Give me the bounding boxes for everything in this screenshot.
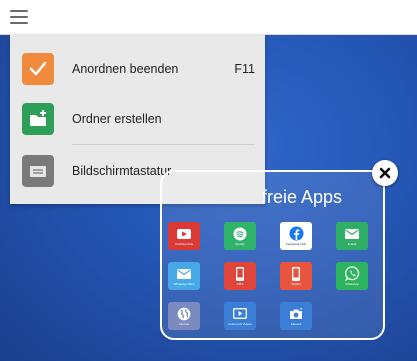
whatsapp-icon [344, 266, 360, 281]
app-tile-email[interactable]: E-Mail [336, 222, 368, 250]
play-icon [176, 227, 192, 241]
close-button[interactable] [372, 160, 398, 186]
app-tile-spotify[interactable]: Spotify [224, 222, 256, 250]
menu-divider [72, 144, 255, 145]
menu-item-end-arrange[interactable]: Anordnen beenden F11 [10, 44, 265, 94]
top-bar [0, 0, 417, 35]
app-label: Telefon [291, 281, 301, 286]
checkmark-icon [22, 53, 54, 85]
menu-item-label: Anordnen beenden [72, 62, 179, 76]
menu-icon[interactable] [10, 10, 28, 24]
app-tile-internet[interactable]: Internet [168, 302, 200, 330]
app-tile-mail[interactable]: WhatsApp Web [168, 262, 200, 290]
mail-icon [176, 267, 192, 281]
menu-item-shortcut: F11 [234, 62, 255, 76]
menu-item-label: Ordner erstellen [72, 112, 162, 126]
app-label: WhatsApp [345, 281, 359, 286]
app-tile-photos-videos[interactable]: Fotos und Videos [224, 302, 256, 330]
mail-icon [344, 227, 360, 241]
video-icon [232, 307, 248, 321]
app-label: Kamera [290, 321, 302, 326]
menu-item-create-folder[interactable]: Ordner erstellen [10, 94, 265, 144]
app-label: E-Mail [347, 241, 357, 246]
app-tile-phone[interactable]: Telefon [280, 262, 312, 290]
app-label: YouTube Kids [174, 241, 194, 246]
camera-icon [288, 307, 304, 321]
phone-icon [288, 266, 304, 281]
app-tile-sms[interactable]: SMS [224, 262, 256, 290]
app-label: Fotos und Videos [228, 321, 252, 326]
close-icon [379, 167, 391, 179]
folder-plus-icon [22, 103, 54, 135]
app-label: Facebook Kids [286, 241, 306, 246]
menu-item-label: Bildschirmtastatur [72, 164, 172, 178]
app-label: Internet [178, 321, 190, 326]
app-tile-youtube-kids[interactable]: YouTube Kids [168, 222, 200, 250]
folder-title: freie Apps [262, 187, 343, 207]
app-label: WhatsApp Web [173, 281, 195, 286]
phone-icon [232, 266, 248, 281]
spotify-icon [232, 227, 248, 241]
globe-icon [176, 307, 192, 321]
app-tile-whatsapp[interactable]: WhatsApp [336, 262, 368, 290]
app-label: Spotify [235, 241, 245, 246]
facebook-icon [288, 226, 304, 241]
app-tile-camera[interactable]: Kamera [280, 302, 312, 330]
keyboard-icon [22, 155, 54, 187]
app-label: SMS [236, 281, 244, 286]
app-tile-facebook-kids[interactable]: Facebook Kids [280, 222, 312, 250]
